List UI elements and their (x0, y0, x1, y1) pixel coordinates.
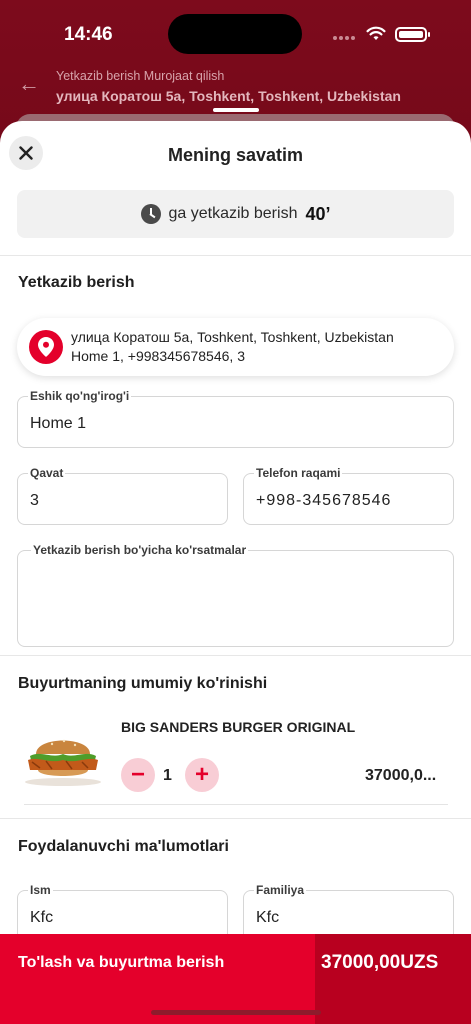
instructions-field[interactable]: Yetkazib berish bo'yicha ko'rsatmalar (17, 543, 454, 647)
order-section-title: Buyurtmaning umumiy ko'rinishi (18, 675, 268, 692)
eta-label: ga yetkazib berish (168, 205, 298, 222)
background-subtitle: Yetkazib berish Murojaat qilish (56, 69, 225, 83)
delivery-section-title: Yetkazib berish (18, 274, 135, 291)
phone-value: +998-345678546 (256, 492, 392, 509)
instructions-label: Yetkazib berish bo'yicha ko'rsatmalar (31, 543, 249, 557)
first-name-label: Ism (28, 883, 53, 897)
address-line-1: улица Коратош 5а, Toshkent, Toshkent, Uz… (71, 329, 394, 345)
burger-image (25, 739, 101, 786)
divider (0, 818, 471, 819)
address-card[interactable]: улица Коратош 5а, Toshkent, Toshkent, Uz… (17, 318, 454, 376)
minus-icon: − (130, 761, 145, 788)
item-divider (24, 804, 448, 805)
sheet-grab-handle[interactable] (213, 108, 259, 112)
divider (0, 255, 471, 256)
product-price: 37000,0... (365, 767, 437, 784)
user-section-title: Foydalanuvchi ma'lumotlari (18, 838, 229, 855)
decrease-quantity-button[interactable]: − (121, 758, 155, 792)
floor-value: 3 (30, 492, 39, 509)
eta-value: 40’ (305, 203, 331, 224)
floor-field[interactable]: Qavat 3 (17, 466, 228, 525)
entrance-value: Home 1 (30, 415, 87, 432)
order-total: 37000,00UZS (315, 934, 471, 1024)
address-line-2: Home 1, +998345678546, 3 (71, 348, 245, 364)
increase-quantity-button[interactable]: + (185, 758, 219, 792)
signal-icon (333, 36, 355, 40)
home-indicator (151, 1010, 321, 1015)
delivery-eta: ga yetkazib berish 40’ (17, 190, 454, 238)
floor-label: Qavat (28, 466, 66, 480)
back-arrow-icon: ← (18, 71, 40, 96)
clock-icon (140, 204, 161, 224)
page-title: Mening savatim (167, 145, 304, 165)
plus-icon: + (194, 761, 209, 788)
divider (0, 655, 471, 656)
pay-button-label: To'lash va buyurtma berish (18, 954, 225, 971)
location-pin-icon (29, 330, 63, 364)
first-name-value: Kfc (30, 909, 54, 926)
entrance-field[interactable]: Eshik qo'ng'irog'i Home 1 (17, 389, 454, 448)
wifi-icon (366, 26, 386, 40)
dynamic-island (168, 14, 302, 54)
background-address: улица Коратош 5а, Toshkent, Toshkent, Uz… (56, 88, 401, 104)
phone-field[interactable]: Telefon raqami +998-345678546 (243, 466, 454, 525)
address-text: улица Коратош 5а, Toshkent, Toshkent, Uz… (71, 328, 394, 366)
phone-label: Telefon raqami (254, 466, 343, 480)
quantity-value: 1 (163, 767, 172, 784)
cart-sheet: Mening savatim ga yetkazib berish 40’ Ye… (0, 121, 471, 1024)
order-total-value: 37000,00UZS (321, 952, 439, 973)
last-name-value: Kfc (256, 909, 280, 926)
status-time: 14:46 (64, 24, 113, 45)
product-name: BIG SANDERS BURGER ORIGINAL (121, 719, 356, 735)
last-name-label: Familiya (254, 883, 307, 897)
battery-icon (395, 27, 430, 42)
entrance-label: Eshik qo'ng'irog'i (28, 389, 132, 403)
